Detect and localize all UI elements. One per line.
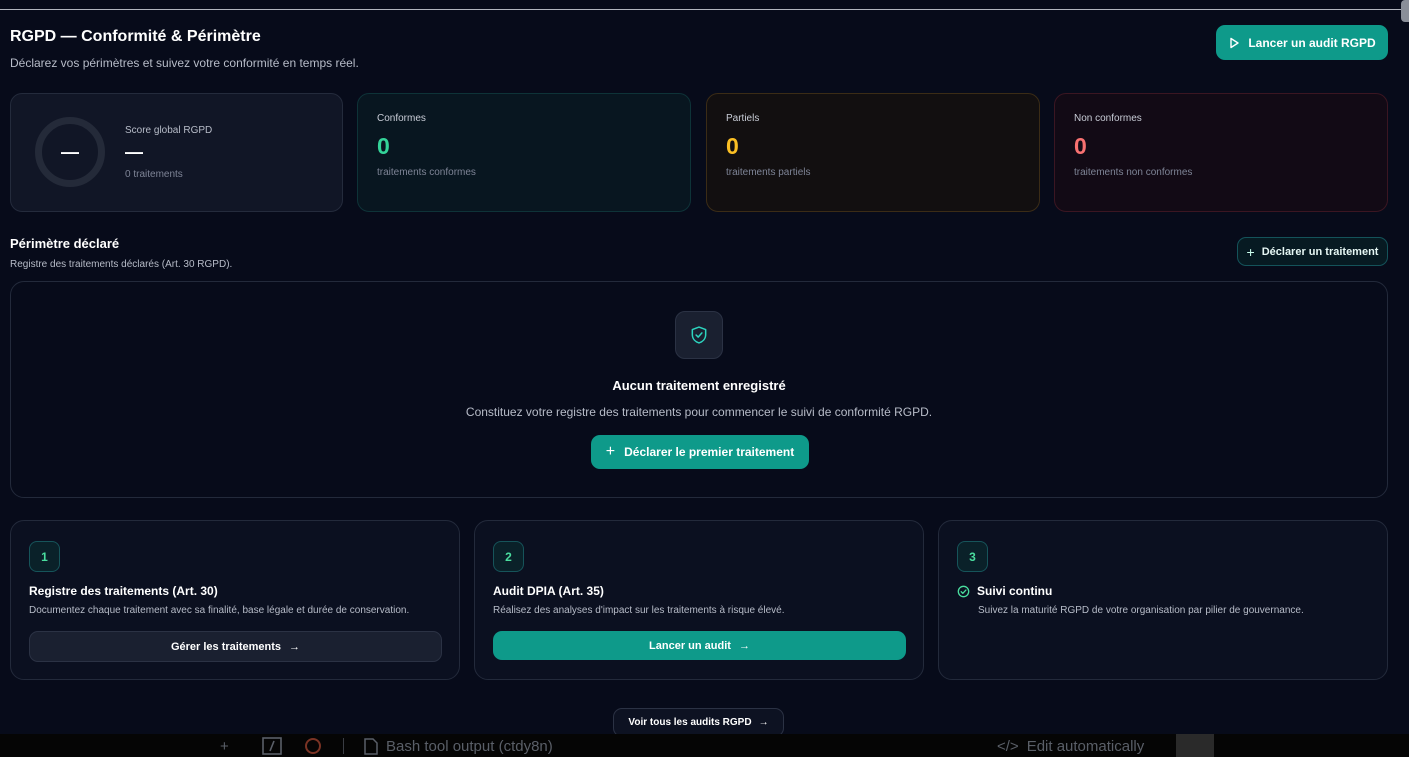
refresh-icon[interactable] xyxy=(303,737,323,755)
score-ring-value: — xyxy=(61,141,79,162)
score-label: Score global RGPD xyxy=(125,125,213,136)
conformes-value: 0 xyxy=(377,133,390,159)
launch-dpia-label: Lancer un audit xyxy=(649,639,731,652)
empty-state-description: Constituez votre registre des traitement… xyxy=(465,405,933,419)
conformes-desc: traitements conformes xyxy=(377,167,476,178)
play-icon xyxy=(1230,37,1240,48)
partiels-value: 0 xyxy=(726,133,739,159)
perimetre-title: Périmètre déclaré xyxy=(10,236,120,251)
step-description: Documentez chaque traitement avec sa fin… xyxy=(29,605,410,616)
manage-traitements-label: Gérer les traitements xyxy=(170,640,282,653)
launch-audit-button[interactable]: Lancer un audit RGPD xyxy=(1216,25,1388,60)
step-title-text: Audit DPIA (Art. 35) xyxy=(493,584,604,598)
window-corner-handle xyxy=(1401,0,1409,22)
score-count: 0 traitements xyxy=(125,169,183,180)
conformes-card: Conformes 0 traitements conformes xyxy=(357,93,691,212)
step-description: Réalisez des analyses d'impact sur les t… xyxy=(493,605,785,616)
non-conformes-value: 0 xyxy=(1074,133,1087,159)
rgpd-page: RGPD — Conformité & Périmètre Déclarez v… xyxy=(0,0,1409,757)
edit-automatically-toggle[interactable]: </> Edit automatically xyxy=(997,737,1144,755)
manage-traitements-button[interactable]: Gérer les traitements → xyxy=(29,631,442,662)
partiels-desc: traitements partiels xyxy=(726,167,811,178)
non-conformes-label: Non conformes xyxy=(1074,113,1142,124)
non-conformes-desc: traitements non conformes xyxy=(1074,167,1193,178)
score-ring: — xyxy=(35,117,105,187)
declare-first-traitement-button[interactable]: + Déclarer le premier traitement xyxy=(591,435,809,469)
file-icon xyxy=(364,737,378,755)
arrow-right-icon: → xyxy=(758,717,769,728)
step-number: 1 xyxy=(29,541,60,572)
add-icon[interactable]: + xyxy=(220,737,229,755)
declare-first-label: Déclarer le premier traitement xyxy=(624,445,795,459)
step-number: 3 xyxy=(957,541,988,572)
step-card-suivi: 3 Suivi continu Suivez la maturité RGPD … xyxy=(938,520,1388,680)
arrow-right-icon: → xyxy=(289,640,301,653)
empty-state-panel: Aucun traitement enregistré Constituez v… xyxy=(10,281,1388,498)
step-title-text: Registre des traitements (Art. 30) xyxy=(29,584,218,598)
launch-dpia-audit-button[interactable]: Lancer un audit → xyxy=(493,631,906,660)
code-icon: </> xyxy=(997,737,1019,755)
check-circle-icon xyxy=(957,585,970,597)
send-button[interactable] xyxy=(1176,734,1214,757)
top-divider xyxy=(0,9,1401,10)
host-bottom-toolbar: + Bash tool output (ctdy8n) </> Edit aut… xyxy=(0,734,1409,757)
score-value: — xyxy=(125,142,143,162)
empty-state-title: Aucun traitement enregistré xyxy=(612,378,786,393)
arrow-right-icon: → xyxy=(738,639,750,652)
step-description: Suivez la maturité RGPD de votre organis… xyxy=(978,605,1304,616)
step-title-text: Suivi continu xyxy=(977,584,1053,598)
step-card-dpia: 2 Audit DPIA (Art. 35) Réalisez des anal… xyxy=(474,520,924,680)
plus-icon: + xyxy=(1246,243,1255,260)
shield-icon-box xyxy=(675,311,723,359)
launch-audit-label: Lancer un audit RGPD xyxy=(1248,35,1376,50)
page-title: RGPD — Conformité & Périmètre xyxy=(10,28,261,45)
page-subtitle: Déclarez vos périmètres et suivez votre … xyxy=(10,56,359,70)
step-card-registre: 1 Registre des traitements (Art. 30) Doc… xyxy=(10,520,460,680)
shield-check-icon xyxy=(691,326,707,344)
perimetre-subtitle: Registre des traitements déclarés (Art. … xyxy=(10,259,233,270)
declare-traitement-button[interactable]: + Déclarer un traitement xyxy=(1237,237,1388,266)
view-all-audits-button[interactable]: Voir tous les audits RGPD → xyxy=(613,708,784,737)
partiels-label: Partiels xyxy=(726,113,760,124)
bash-output-label: Bash tool output (ctdy8n) xyxy=(386,737,553,755)
view-all-audits-label: Voir tous les audits RGPD xyxy=(628,717,752,728)
edit-automatically-label: Edit automatically xyxy=(1026,737,1145,755)
slash-command-icon[interactable] xyxy=(262,737,282,755)
step-title: Registre des traitements (Art. 30) xyxy=(29,584,218,598)
declare-traitement-label: Déclarer un traitement xyxy=(1261,245,1379,258)
bash-output-tab[interactable]: Bash tool output (ctdy8n) xyxy=(364,737,553,755)
plus-icon: + xyxy=(605,443,616,460)
toolbar-divider xyxy=(343,738,344,754)
score-card: — Score global RGPD — 0 traitements xyxy=(10,93,343,212)
partiels-card: Partiels 0 traitements partiels xyxy=(706,93,1040,212)
conformes-label: Conformes xyxy=(377,113,426,124)
non-conformes-card: Non conformes 0 traitements non conforme… xyxy=(1054,93,1388,212)
step-title: Suivi continu xyxy=(957,584,1052,598)
step-title: Audit DPIA (Art. 35) xyxy=(493,584,604,598)
step-number: 2 xyxy=(493,541,524,572)
